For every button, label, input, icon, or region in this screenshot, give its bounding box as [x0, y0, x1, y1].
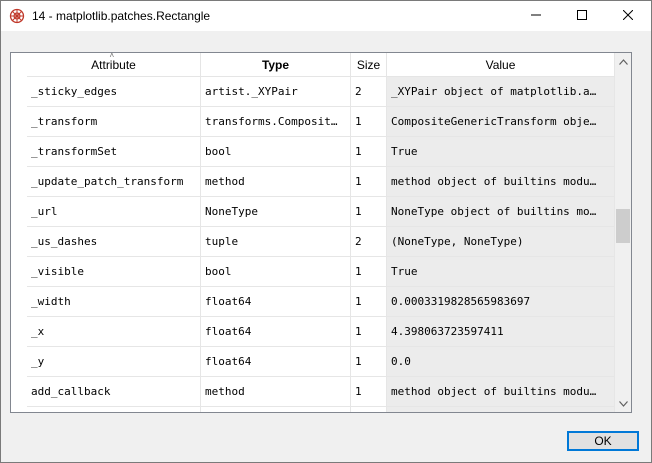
table-row[interactable]: _url NoneType 1 NoneType object of built… — [27, 197, 615, 227]
column-header-value[interactable]: Value — [387, 53, 615, 77]
value-cell[interactable]: method object of builtins modu… — [387, 167, 615, 196]
chevron-down-icon — [618, 399, 628, 409]
attribute-cell[interactable]: _us_dashes — [27, 227, 201, 256]
attribute-cell[interactable]: _update_patch_transform — [27, 167, 201, 196]
value-cell[interactable]: 0.0003319828565983697 — [387, 287, 615, 316]
attribute-cell[interactable]: _y — [27, 347, 201, 376]
window-title: 14 - matplotlib.patches.Rectangle — [32, 9, 211, 23]
table-row[interactable]: _us_dashes tuple 2 (NoneType, NoneType) — [27, 227, 615, 257]
value-cell[interactable]: (NoneType, NoneType) — [387, 227, 615, 256]
scroll-down-button[interactable] — [615, 395, 631, 412]
type-cell[interactable]: artist._XYPair — [201, 77, 351, 106]
type-cell[interactable]: float64 — [201, 287, 351, 316]
type-cell[interactable]: NoneType — [201, 197, 351, 226]
table-row[interactable]: _width float64 1 0.0003319828565983697 — [27, 287, 615, 317]
sort-ascending-icon: ˄ — [109, 52, 115, 60]
value-cell[interactable]: True — [387, 257, 615, 286]
size-cell[interactable]: 1 — [351, 257, 387, 286]
attribute-cell[interactable]: add_callback — [27, 377, 201, 406]
type-cell[interactable]: bool — [201, 257, 351, 286]
size-cell[interactable]: 1 — [351, 197, 387, 226]
value-cell[interactable]: 4.398063723597411 — [387, 317, 615, 346]
close-icon — [622, 9, 634, 23]
close-button[interactable] — [605, 1, 651, 31]
attribute-cell[interactable]: _visible — [27, 257, 201, 286]
column-header-size[interactable]: Size — [351, 53, 387, 77]
value-cell[interactable] — [387, 407, 615, 412]
size-cell[interactable]: 1 — [351, 167, 387, 196]
maximize-button[interactable] — [559, 1, 605, 31]
type-cell[interactable] — [201, 407, 351, 412]
table-row[interactable]: _x float64 1 4.398063723597411 — [27, 317, 615, 347]
table-row[interactable] — [27, 407, 615, 412]
size-cell[interactable]: 1 — [351, 317, 387, 346]
column-header-type[interactable]: Type — [201, 53, 351, 77]
attribute-cell[interactable]: _x — [27, 317, 201, 346]
attribute-cell[interactable]: _url — [27, 197, 201, 226]
size-cell[interactable]: 1 — [351, 347, 387, 376]
type-cell[interactable]: bool — [201, 137, 351, 166]
column-header-attribute[interactable]: ˄ Attribute — [27, 53, 201, 77]
size-cell[interactable]: 1 — [351, 107, 387, 136]
size-cell[interactable]: 1 — [351, 137, 387, 166]
table-header: ˄ Attribute Type Size Value — [27, 53, 615, 77]
minimize-button[interactable] — [513, 1, 559, 31]
value-cell[interactable]: True — [387, 137, 615, 166]
dialog-window: 14 - matplotlib.patches.Rectangle ˄ Attr… — [0, 0, 652, 463]
value-cell[interactable]: NoneType object of builtins mo… — [387, 197, 615, 226]
attribute-cell[interactable]: _sticky_edges — [27, 77, 201, 106]
type-cell[interactable]: tuple — [201, 227, 351, 256]
attribute-cell[interactable] — [27, 407, 201, 412]
spyder-web-icon — [9, 8, 25, 24]
size-cell[interactable]: 1 — [351, 287, 387, 316]
size-cell[interactable] — [351, 407, 387, 412]
table-body: _sticky_edges artist._XYPair 2 _XYPair o… — [27, 77, 615, 412]
size-cell[interactable]: 2 — [351, 77, 387, 106]
table-row[interactable]: _sticky_edges artist._XYPair 2 _XYPair o… — [27, 77, 615, 107]
vertical-scrollbar[interactable] — [615, 53, 631, 412]
attribute-cell[interactable]: _transformSet — [27, 137, 201, 166]
type-cell[interactable]: method — [201, 377, 351, 406]
type-cell[interactable]: float64 — [201, 347, 351, 376]
size-cell[interactable]: 1 — [351, 377, 387, 406]
value-cell[interactable]: method object of builtins modu… — [387, 377, 615, 406]
ok-button[interactable]: OK — [567, 431, 639, 451]
attribute-cell[interactable]: _transform — [27, 107, 201, 136]
table-row[interactable]: _transform transforms.Composit… 1 Compos… — [27, 107, 615, 137]
value-cell[interactable]: 0.0 — [387, 347, 615, 376]
table-row[interactable]: add_callback method 1 method object of b… — [27, 377, 615, 407]
type-cell[interactable]: transforms.Composit… — [201, 107, 351, 136]
type-cell[interactable]: float64 — [201, 317, 351, 346]
chevron-up-icon — [618, 57, 628, 67]
attribute-cell[interactable]: _width — [27, 287, 201, 316]
table-row[interactable]: _visible bool 1 True — [27, 257, 615, 287]
value-cell[interactable]: CompositeGenericTransform obje… — [387, 107, 615, 136]
value-cell[interactable]: _XYPair object of matplotlib.a… — [387, 77, 615, 106]
scrollbar-thumb[interactable] — [616, 209, 630, 243]
size-cell[interactable]: 2 — [351, 227, 387, 256]
minimize-icon — [531, 9, 541, 23]
scroll-up-button[interactable] — [615, 53, 631, 70]
title-bar[interactable]: 14 - matplotlib.patches.Rectangle — [1, 1, 651, 31]
table-row[interactable]: _update_patch_transform method 1 method … — [27, 167, 615, 197]
maximize-icon — [577, 9, 587, 23]
attribute-table[interactable]: ˄ Attribute Type Size Value _sticky_edge… — [10, 52, 632, 413]
table-row[interactable]: _transformSet bool 1 True — [27, 137, 615, 167]
table-row[interactable]: _y float64 1 0.0 — [27, 347, 615, 377]
type-cell[interactable]: method — [201, 167, 351, 196]
